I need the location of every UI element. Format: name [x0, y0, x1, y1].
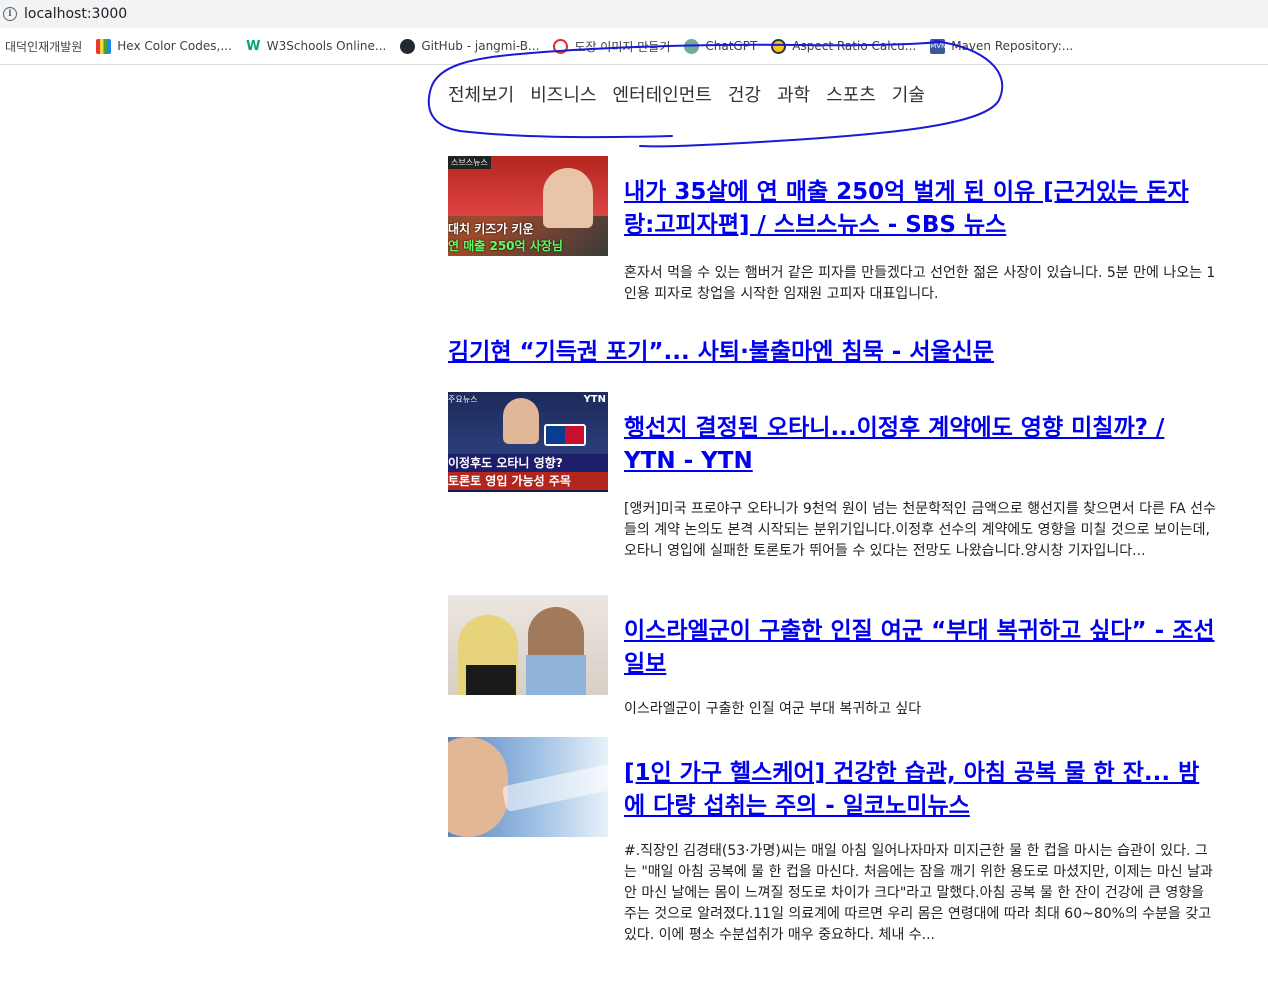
- article-body: [1인 가구 헬스케어] 건강한 습관, 아침 공복 물 한 잔... 밤에 다…: [624, 737, 1218, 987]
- article-description: #.직장인 김경태(53·가명)씨는 매일 아침 일어나자마자 미지근한 물 한…: [624, 843, 1213, 943]
- category-sports[interactable]: 스포츠: [826, 81, 876, 107]
- article-item: [1인 가구 헬스케어] 건강한 습관, 아침 공복 물 한 잔... 밤에 다…: [448, 737, 1218, 987]
- stamp-icon: [553, 38, 569, 54]
- article-description: [앵커]미국 프로야구 오타니가 9천억 원이 넘는 천문학적인 금액으로 행선…: [624, 501, 1216, 559]
- bookmark-aspect-ratio[interactable]: Aspect Ratio Calcu...: [771, 38, 917, 54]
- category-entertainment[interactable]: 엔터테인먼트: [613, 81, 712, 107]
- category-science[interactable]: 과학: [777, 81, 810, 107]
- article-item: 스브스뉴스 대치 키즈가 키운 연 매출 250억 사장님 내가 35살에 연 …: [448, 156, 1218, 336]
- article-thumbnail[interactable]: [448, 595, 608, 695]
- bookmark-chatgpt[interactable]: ChatGPT: [684, 38, 758, 54]
- article-body: 내가 35살에 연 매출 250억 벌게 된 이유 [근거있는 돈자랑:고피자편…: [624, 156, 1218, 336]
- article-title-link[interactable]: 김기현 “기득권 포기”... 사퇴·불출마엔 침묵 - 서울신문: [448, 336, 1218, 369]
- bookmark-maven[interactable]: MVN Maven Repository:...: [930, 38, 1074, 54]
- bookmark-stamp[interactable]: 도장 이미지 만들기: [553, 38, 670, 55]
- article-title-link[interactable]: 이스라엘군이 구출한 인질 여군 “부대 복귀하고 싶다” - 조선일보: [624, 615, 1218, 681]
- article-thumbnail[interactable]: [448, 737, 608, 837]
- bookmark-label: Maven Repository:...: [951, 39, 1074, 53]
- article-body: 김기현 “기득권 포기”... 사퇴·불출마엔 침묵 - 서울신문: [448, 336, 1218, 392]
- color-bars-icon: [96, 38, 112, 54]
- article-title-link[interactable]: 행선지 결정된 오타니...이정후 계약에도 영향 미칠까? / YTN - Y…: [624, 412, 1218, 478]
- thumbnail-caption: 연 매출 250억 사장님: [448, 239, 563, 253]
- site-info-icon[interactable]: i: [3, 7, 17, 21]
- thumbnail-tag: 주요뉴스: [448, 395, 478, 404]
- article-thumbnail[interactable]: 스브스뉴스 대치 키즈가 키운 연 매출 250억 사장님: [448, 156, 608, 256]
- article-thumbnail[interactable]: 주요뉴스 YTN 이정후도 오타니 영향? 토론토 영입 가능성 주목: [448, 392, 608, 492]
- article-title-link[interactable]: 내가 35살에 연 매출 250억 벌게 된 이유 [근거있는 돈자랑:고피자편…: [624, 176, 1218, 242]
- article-item: 주요뉴스 YTN 이정후도 오타니 영향? 토론토 영입 가능성 주목 행선지 …: [448, 392, 1218, 595]
- article-item: 김기현 “기득권 포기”... 사퇴·불출마엔 침묵 - 서울신문: [448, 336, 1218, 392]
- aspect-ratio-icon: [771, 38, 787, 54]
- chatgpt-icon: [684, 38, 700, 54]
- bookmark-hex-color[interactable]: Hex Color Codes,...: [96, 38, 232, 54]
- bookmark-label: 도장 이미지 만들기: [574, 39, 671, 54]
- bookmark-daedeok[interactable]: 대덕인재개발원: [5, 38, 82, 55]
- thumbnail-tag: 스브스뉴스: [448, 156, 491, 169]
- article-item: 이스라엘군이 구출한 인질 여군 “부대 복귀하고 싶다” - 조선일보 이스라…: [448, 595, 1218, 737]
- category-health[interactable]: 건강: [728, 81, 761, 107]
- category-technology[interactable]: 기술: [892, 81, 925, 107]
- ytn-logo: YTN: [583, 394, 606, 405]
- bookmarks-bar: 대덕인재개발원 Hex Color Codes,... W W3Schools …: [0, 32, 1268, 60]
- maven-icon: MVN: [930, 38, 946, 54]
- article-description: 혼자서 먹을 수 있는 햄버거 같은 피자를 만들겠다고 선언한 젊은 사장이 …: [624, 265, 1216, 302]
- thumbnail-caption: 대치 키즈가 키운: [448, 222, 534, 236]
- toolbar-divider: [0, 64, 1268, 65]
- github-icon: [400, 38, 416, 54]
- address-bar[interactable]: i localhost:3000: [0, 0, 1268, 28]
- article-description: 이스라엘군이 구출한 인질 여군 부대 복귀하고 싶다: [624, 701, 922, 717]
- thumbnail-caption: 토론토 영입 가능성 주목: [448, 472, 608, 490]
- category-business[interactable]: 비즈니스: [530, 81, 596, 107]
- url-text[interactable]: localhost:3000: [24, 6, 127, 22]
- bookmark-label: Aspect Ratio Calcu...: [792, 39, 917, 53]
- bookmark-label: GitHub - jangmi-B...: [421, 39, 540, 53]
- w3schools-icon: W: [246, 38, 261, 54]
- bookmark-label: W3Schools Online...: [266, 39, 387, 53]
- category-nav: 전체보기 비즈니스 엔터테인먼트 건강 과학 스포츠 기술: [448, 81, 941, 107]
- article-body: 이스라엘군이 구출한 인질 여군 “부대 복귀하고 싶다” - 조선일보 이스라…: [624, 595, 1218, 737]
- bookmark-label: Hex Color Codes,...: [117, 39, 232, 53]
- thumbnail-caption: 이정후도 오타니 영향?: [448, 454, 608, 472]
- bookmark-label: ChatGPT: [705, 39, 758, 53]
- bookmark-w3schools[interactable]: W W3Schools Online...: [246, 38, 387, 54]
- category-all[interactable]: 전체보기: [448, 81, 514, 107]
- article-title-link[interactable]: [1인 가구 헬스케어] 건강한 습관, 아침 공복 물 한 잔... 밤에 다…: [624, 757, 1218, 823]
- bookmark-github[interactable]: GitHub - jangmi-B...: [400, 38, 540, 54]
- bookmark-label: 대덕인재개발원: [5, 39, 83, 54]
- article-body: 행선지 결정된 오타니...이정후 계약에도 영향 미칠까? / YTN - Y…: [624, 392, 1218, 595]
- article-list: 스브스뉴스 대치 키즈가 키운 연 매출 250억 사장님 내가 35살에 연 …: [448, 156, 1218, 987]
